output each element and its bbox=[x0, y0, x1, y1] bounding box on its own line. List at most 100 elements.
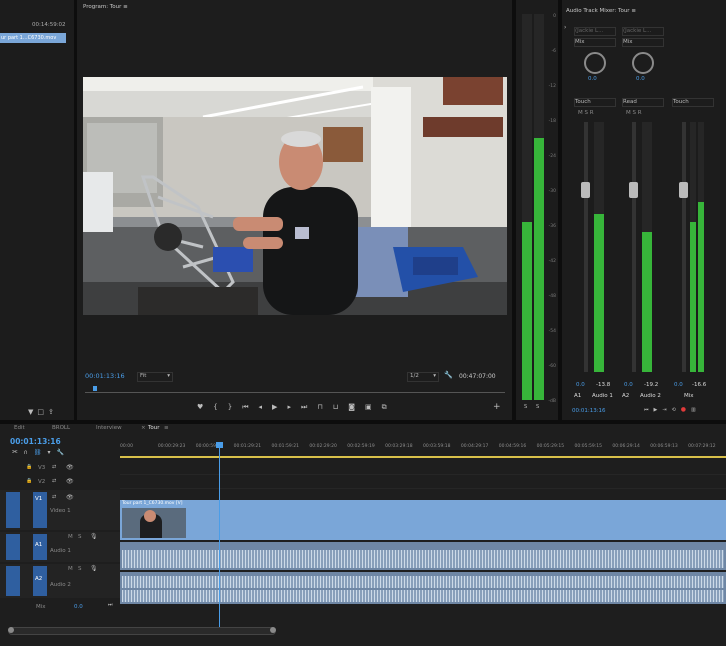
automation-mode-select[interactable]: Touch bbox=[672, 98, 714, 107]
go-to-in-icon[interactable]: ⏮ bbox=[644, 406, 649, 413]
menu-icon[interactable]: ≡ bbox=[164, 425, 169, 431]
timeline-playhead[interactable] bbox=[216, 442, 223, 630]
source-clip[interactable]: ur part 1...C6730.mov bbox=[0, 33, 66, 43]
track-lane-v2[interactable] bbox=[120, 476, 726, 489]
source-patch-a2[interactable] bbox=[6, 566, 20, 596]
eye-icon[interactable]: 👁 bbox=[66, 464, 74, 471]
channel-msr-buttons[interactable]: M S R bbox=[578, 110, 594, 116]
automation-mode-select[interactable]: Touch bbox=[574, 98, 616, 107]
zoom-fit-select[interactable]: Fit ▾ bbox=[137, 372, 173, 382]
volume-fader-track[interactable] bbox=[584, 122, 588, 372]
mark-in-icon[interactable]: { bbox=[213, 402, 217, 412]
pan-value[interactable]: 0.0 bbox=[636, 76, 645, 82]
menu-icon[interactable]: ≡ bbox=[631, 8, 636, 14]
extract-icon[interactable]: ⊔ bbox=[333, 402, 338, 412]
add-button-icon[interactable]: + bbox=[493, 402, 501, 412]
step-forward-icon[interactable]: ▸ bbox=[287, 402, 291, 412]
sync-lock-icon[interactable]: ⇄ bbox=[52, 464, 56, 470]
mixer-timecode[interactable]: 00:01:13:16 bbox=[572, 408, 606, 414]
record-icon[interactable]: ● bbox=[681, 406, 686, 413]
mic-icon[interactable]: 🎙 bbox=[90, 533, 98, 540]
program-timecode[interactable]: 00:01:13:16 bbox=[85, 372, 125, 380]
channel-mode-select[interactable]: Mix bbox=[622, 38, 664, 47]
compare-icon[interactable]: ▣ bbox=[365, 402, 372, 412]
volume-fader-handle[interactable] bbox=[679, 182, 688, 198]
new-item-icon[interactable]: □ bbox=[37, 407, 44, 417]
mic-icon[interactable]: 🎙 bbox=[90, 565, 98, 572]
mix-value[interactable]: 0.0 bbox=[74, 604, 83, 610]
go-to-in-icon[interactable]: ⏮ bbox=[242, 402, 248, 412]
eye-icon[interactable]: 👁 bbox=[66, 494, 74, 501]
track-id[interactable]: V2 bbox=[38, 479, 45, 485]
channel-input-select[interactable]: (Jackie L... bbox=[622, 27, 664, 36]
loop-icon[interactable]: ⟲ bbox=[672, 406, 676, 413]
pan-knob[interactable] bbox=[584, 52, 606, 74]
pan-value[interactable]: 0.0 bbox=[588, 76, 597, 82]
expand-arrow-icon[interactable]: › bbox=[564, 24, 566, 31]
resolution-select[interactable]: 1/2 ▾ bbox=[407, 372, 439, 382]
master-level[interactable]: 0.0 bbox=[674, 382, 683, 388]
fader-level[interactable]: 0.0 bbox=[576, 382, 585, 388]
export-frame-icon[interactable]: ◙ bbox=[348, 402, 355, 412]
automation-mode-select[interactable]: Read bbox=[622, 98, 664, 107]
video-clip[interactable]: Tour part 1_C6730.mov [V] bbox=[120, 500, 726, 540]
audio-clip-a1[interactable] bbox=[120, 542, 726, 570]
volume-fader-handle[interactable] bbox=[581, 182, 590, 198]
filter-icon[interactable]: ▼ bbox=[28, 407, 33, 417]
close-icon[interactable]: × bbox=[141, 425, 146, 431]
program-title[interactable]: Program: Tour ≡ bbox=[83, 4, 128, 10]
eye-icon[interactable]: 👁 bbox=[66, 478, 74, 485]
fader-level[interactable]: 0.0 bbox=[624, 382, 633, 388]
channel-msr-buttons[interactable]: M S R bbox=[626, 110, 642, 116]
volume-fader-track[interactable] bbox=[682, 122, 686, 372]
volume-fader-track[interactable] bbox=[632, 122, 636, 372]
marker-icon[interactable]: ♥ bbox=[197, 402, 203, 412]
sync-lock-icon[interactable]: ⇄ bbox=[52, 478, 56, 484]
mute-button[interactable]: M bbox=[68, 534, 73, 540]
source-patch-a1[interactable] bbox=[6, 534, 20, 560]
tab-tour[interactable]: Tour bbox=[148, 425, 160, 431]
channel-input-select[interactable]: (Jackie L... bbox=[574, 27, 616, 36]
snap-icon[interactable]: ∩ bbox=[23, 448, 27, 456]
linked-selection-icon[interactable]: ⛓ bbox=[34, 448, 42, 456]
solo-right-icon[interactable]: S bbox=[536, 404, 539, 410]
program-video-frame[interactable] bbox=[83, 77, 507, 315]
timeline-scrollbar[interactable] bbox=[8, 627, 276, 635]
program-playhead[interactable] bbox=[93, 386, 97, 391]
step-back-icon[interactable]: ◂ bbox=[259, 402, 263, 412]
solo-left-icon[interactable]: S bbox=[524, 404, 527, 410]
tab-broll[interactable]: BROLL bbox=[52, 425, 70, 431]
multicam-icon[interactable]: ⧉ bbox=[382, 402, 387, 412]
sync-lock-icon[interactable]: ⇄ bbox=[52, 494, 56, 500]
play-icon[interactable]: ▶ bbox=[272, 402, 277, 412]
menu-icon[interactable]: ≡ bbox=[123, 4, 128, 10]
wrench-icon[interactable]: 🔧 bbox=[56, 448, 63, 456]
timeline-timecode[interactable]: 00:01:13:16 bbox=[10, 437, 61, 446]
go-to-end-icon[interactable]: ⏭ bbox=[108, 602, 113, 608]
lock-icon[interactable]: 🔒 bbox=[26, 464, 32, 470]
lift-icon[interactable]: ⊓ bbox=[317, 402, 322, 412]
tab-edit[interactable]: Edit bbox=[14, 425, 25, 431]
add-marker-icon[interactable]: ▾ bbox=[47, 448, 50, 456]
volume-fader-handle[interactable] bbox=[629, 182, 638, 198]
menu-icon[interactable]: ▥ bbox=[691, 406, 696, 413]
track-id[interactable]: V3 bbox=[38, 465, 45, 471]
nest-icon[interactable]: ⫘ bbox=[12, 448, 17, 456]
play-icon[interactable]: ▶ bbox=[654, 406, 658, 413]
go-to-out-icon[interactable]: ⏭ bbox=[301, 402, 307, 412]
tab-interview[interactable]: Interview bbox=[96, 425, 122, 431]
solo-button[interactable]: S bbox=[78, 566, 82, 572]
lock-icon[interactable]: 🔒 bbox=[26, 478, 32, 484]
track-lane-v3[interactable] bbox=[120, 462, 726, 475]
channel-mode-select[interactable]: Mix bbox=[574, 38, 616, 47]
pan-knob[interactable] bbox=[632, 52, 654, 74]
mark-out-icon[interactable]: } bbox=[228, 402, 232, 412]
work-area-bar[interactable] bbox=[120, 456, 726, 458]
export-icon[interactable]: ⇪ bbox=[48, 407, 54, 417]
source-patch-v1[interactable] bbox=[6, 492, 20, 528]
loop-icon[interactable]: ⇥ bbox=[662, 406, 666, 413]
solo-button[interactable]: S bbox=[78, 534, 82, 540]
settings-wrench-icon[interactable]: 🔧 bbox=[444, 371, 453, 379]
mute-button[interactable]: M bbox=[68, 566, 73, 572]
mixer-title[interactable]: Audio Track Mixer: Tour ≡ bbox=[566, 8, 636, 14]
